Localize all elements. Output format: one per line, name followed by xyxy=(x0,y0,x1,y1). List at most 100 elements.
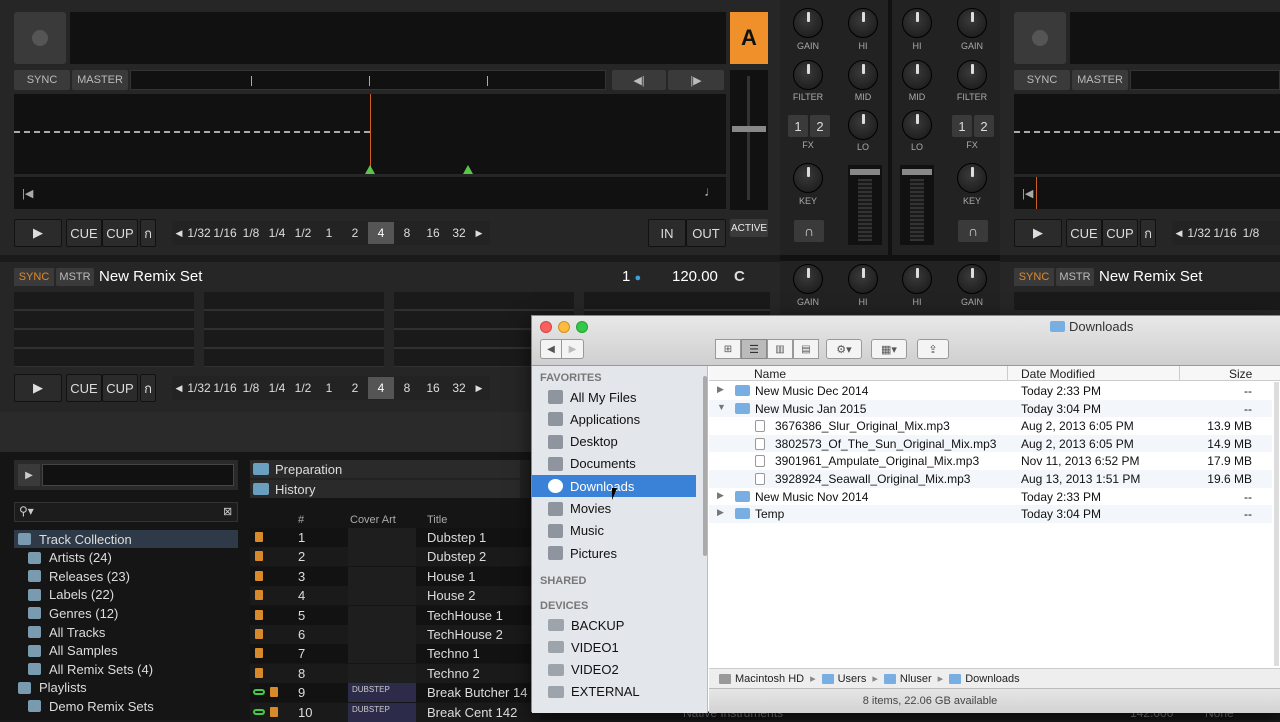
loop-size-option[interactable]: 8 xyxy=(394,377,420,399)
loop-size-option[interactable]: 32 xyxy=(446,222,472,244)
gain-knob-a[interactable] xyxy=(793,8,823,38)
col-header-cover[interactable]: Cover Art xyxy=(350,514,396,526)
lo-knob-a[interactable] xyxy=(848,110,878,140)
sidebar-item[interactable]: Movies xyxy=(532,498,696,520)
sidebar-scrollbar[interactable] xyxy=(703,376,707,556)
loop-size-selector[interactable]: ◀ 1/32 1/16 1/8 1/4 1/2 1 2 4 8 16 32 ▶ xyxy=(172,376,490,400)
loop-prev-icon[interactable]: ◀ xyxy=(172,228,186,239)
sidebar-item[interactable]: Desktop xyxy=(532,431,696,453)
track-row[interactable]: 6 TechHouse 2 xyxy=(250,625,540,644)
headphones-icon[interactable]: ∩ xyxy=(794,220,824,242)
fx2-button-a[interactable]: 2 xyxy=(810,115,830,137)
hi-knob-b[interactable] xyxy=(902,8,932,38)
path-item[interactable]: Nluser ▸ xyxy=(883,672,943,685)
sidebar-item[interactable]: BACKUP xyxy=(532,614,696,636)
to-start-icon[interactable]: |◀ xyxy=(1022,187,1033,200)
fx2-button-b[interactable]: 2 xyxy=(974,115,994,137)
back-button[interactable]: ◀ xyxy=(540,339,562,359)
play-button[interactable]: ▶ xyxy=(1014,219,1062,247)
favorite-slot[interactable]: History xyxy=(250,480,520,498)
tree-item[interactable]: Releases (23) xyxy=(14,567,238,585)
file-row[interactable]: 3901961_Ampulate_Original_Mix.mp3 Nov 11,… xyxy=(709,452,1272,470)
loop-size-option[interactable]: 4 xyxy=(368,377,394,399)
loop-size-option[interactable]: 1/4 xyxy=(264,222,290,244)
close-button[interactable] xyxy=(540,321,552,333)
sidebar-item[interactable]: All My Files xyxy=(532,386,696,408)
loop-size-option[interactable]: 1/4 xyxy=(264,377,290,399)
loop-size-option[interactable]: 32 xyxy=(446,377,472,399)
disclosure-closed-icon[interactable]: ▶ xyxy=(717,384,724,395)
file-row[interactable]: ▶ New Music Nov 2014 Today 2:33 PM -- xyxy=(709,487,1272,506)
sidebar-item[interactable]: EXTERNAL xyxy=(532,681,696,703)
sync-button[interactable]: SYNC xyxy=(1014,70,1070,90)
track-row[interactable]: 1 Dubstep 1 xyxy=(250,528,540,547)
track-row[interactable]: 7 Techno 1 xyxy=(250,644,540,664)
search-icon[interactable]: ⚲▾ xyxy=(19,504,34,518)
track-row[interactable]: 10 DUBSTEP Break Cent 142 xyxy=(250,702,540,722)
flux-button[interactable]: ก xyxy=(140,219,156,247)
vertical-scrollbar[interactable] xyxy=(1274,382,1279,666)
file-row[interactable]: ▶ Temp Today 3:04 PM -- xyxy=(709,505,1272,523)
path-item[interactable]: Downloads xyxy=(949,673,1020,685)
track-row[interactable]: 8 Techno 2 xyxy=(250,663,540,683)
out-button[interactable]: OUT xyxy=(686,219,726,247)
file-row[interactable]: 3676386_Slur_Original_Mix.mp3 Aug 2, 2013… xyxy=(709,417,1272,435)
share-button[interactable]: ⇪ xyxy=(917,339,949,359)
loop-size-option[interactable]: 1/8 xyxy=(238,377,264,399)
flux-button[interactable]: ก xyxy=(140,374,156,402)
hi-knob-c[interactable] xyxy=(848,264,878,294)
sidebar-item[interactable]: VIDEO2 xyxy=(532,659,696,681)
sync-button[interactable]: SYNC xyxy=(14,268,54,286)
master-button[interactable]: MSTR xyxy=(56,268,94,286)
hi-knob-a[interactable] xyxy=(848,8,878,38)
beatjump-fwd-icon[interactable]: |▶ xyxy=(668,70,724,90)
gain-knob-d[interactable] xyxy=(957,264,987,294)
headphones-icon[interactable]: ∩ xyxy=(958,220,988,242)
loop-size-option[interactable]: 1/32 xyxy=(1186,222,1212,244)
tree-item[interactable]: Artists (24) xyxy=(14,549,238,567)
loop-size-option[interactable]: 16 xyxy=(420,377,446,399)
col-header-size[interactable]: Size xyxy=(1229,367,1252,381)
disclosure-open-icon[interactable]: ▼ xyxy=(717,402,726,412)
view-icon-button[interactable]: ⊞ xyxy=(715,339,741,359)
forward-button[interactable]: ▶ xyxy=(562,339,584,359)
tree-item[interactable]: Genres (12) xyxy=(14,604,238,622)
loop-size-selector[interactable]: ◀ 1/32 1/16 1/8 1/4 1/2 1 2 4 8 16 32 ▶ xyxy=(172,221,490,245)
loop-next-icon[interactable]: ▶ xyxy=(472,383,486,394)
search-bar[interactable]: ⚲▾ ⊠ xyxy=(14,502,238,522)
loop-size-option[interactable]: 1/32 xyxy=(186,222,212,244)
loop-size-option[interactable]: 1 xyxy=(316,222,342,244)
loop-size-option[interactable]: 1/8 xyxy=(1238,222,1264,244)
file-row[interactable]: 3802573_Of_The_Sun_Original_Mix.mp3 Aug 2… xyxy=(709,434,1272,453)
tree-item[interactable]: All Remix Sets (4) xyxy=(14,660,238,678)
preview-player[interactable]: ▶ xyxy=(14,460,238,490)
col-header-date[interactable]: Date Modified xyxy=(1021,367,1095,381)
tree-item[interactable]: Labels (22) xyxy=(14,586,238,604)
cue-button[interactable]: CUE xyxy=(66,374,102,402)
minimize-button[interactable] xyxy=(558,321,570,333)
sync-button[interactable]: SYNC xyxy=(14,70,70,90)
remix-slot[interactable] xyxy=(14,292,194,367)
file-row[interactable]: ▼ New Music Jan 2015 Today 3:04 PM -- xyxy=(709,399,1272,418)
mid-knob-a[interactable] xyxy=(848,60,878,90)
key-knob-b[interactable] xyxy=(957,163,987,193)
track-row[interactable]: 4 House 2 xyxy=(250,586,540,606)
tree-item[interactable]: All Tracks xyxy=(14,623,238,641)
cup-button[interactable]: CUP xyxy=(1102,219,1138,247)
tempo-fader[interactable] xyxy=(730,70,768,210)
mid-knob-b[interactable] xyxy=(902,60,932,90)
loop-next-icon[interactable]: ▶ xyxy=(472,228,486,239)
deck-b-waveform[interactable] xyxy=(1014,94,1280,174)
loop-size-option[interactable]: 1 xyxy=(316,377,342,399)
active-button[interactable]: ACTIVE xyxy=(730,219,768,237)
track-row[interactable]: 3 House 1 xyxy=(250,566,540,586)
loop-size-option[interactable]: 1/16 xyxy=(212,222,238,244)
loop-size-option[interactable]: 1/16 xyxy=(1212,222,1238,244)
sidebar-item[interactable]: Documents xyxy=(532,453,696,475)
tree-item[interactable]: Demo Remix Sets xyxy=(14,697,238,715)
loop-size-option[interactable]: 2 xyxy=(342,377,368,399)
channel-fader-b[interactable] xyxy=(900,165,934,245)
tree-item[interactable]: All Samples xyxy=(14,642,238,660)
favorite-slot[interactable]: Preparation xyxy=(250,460,520,478)
sidebar-item[interactable]: VIDEO1 xyxy=(532,636,696,658)
